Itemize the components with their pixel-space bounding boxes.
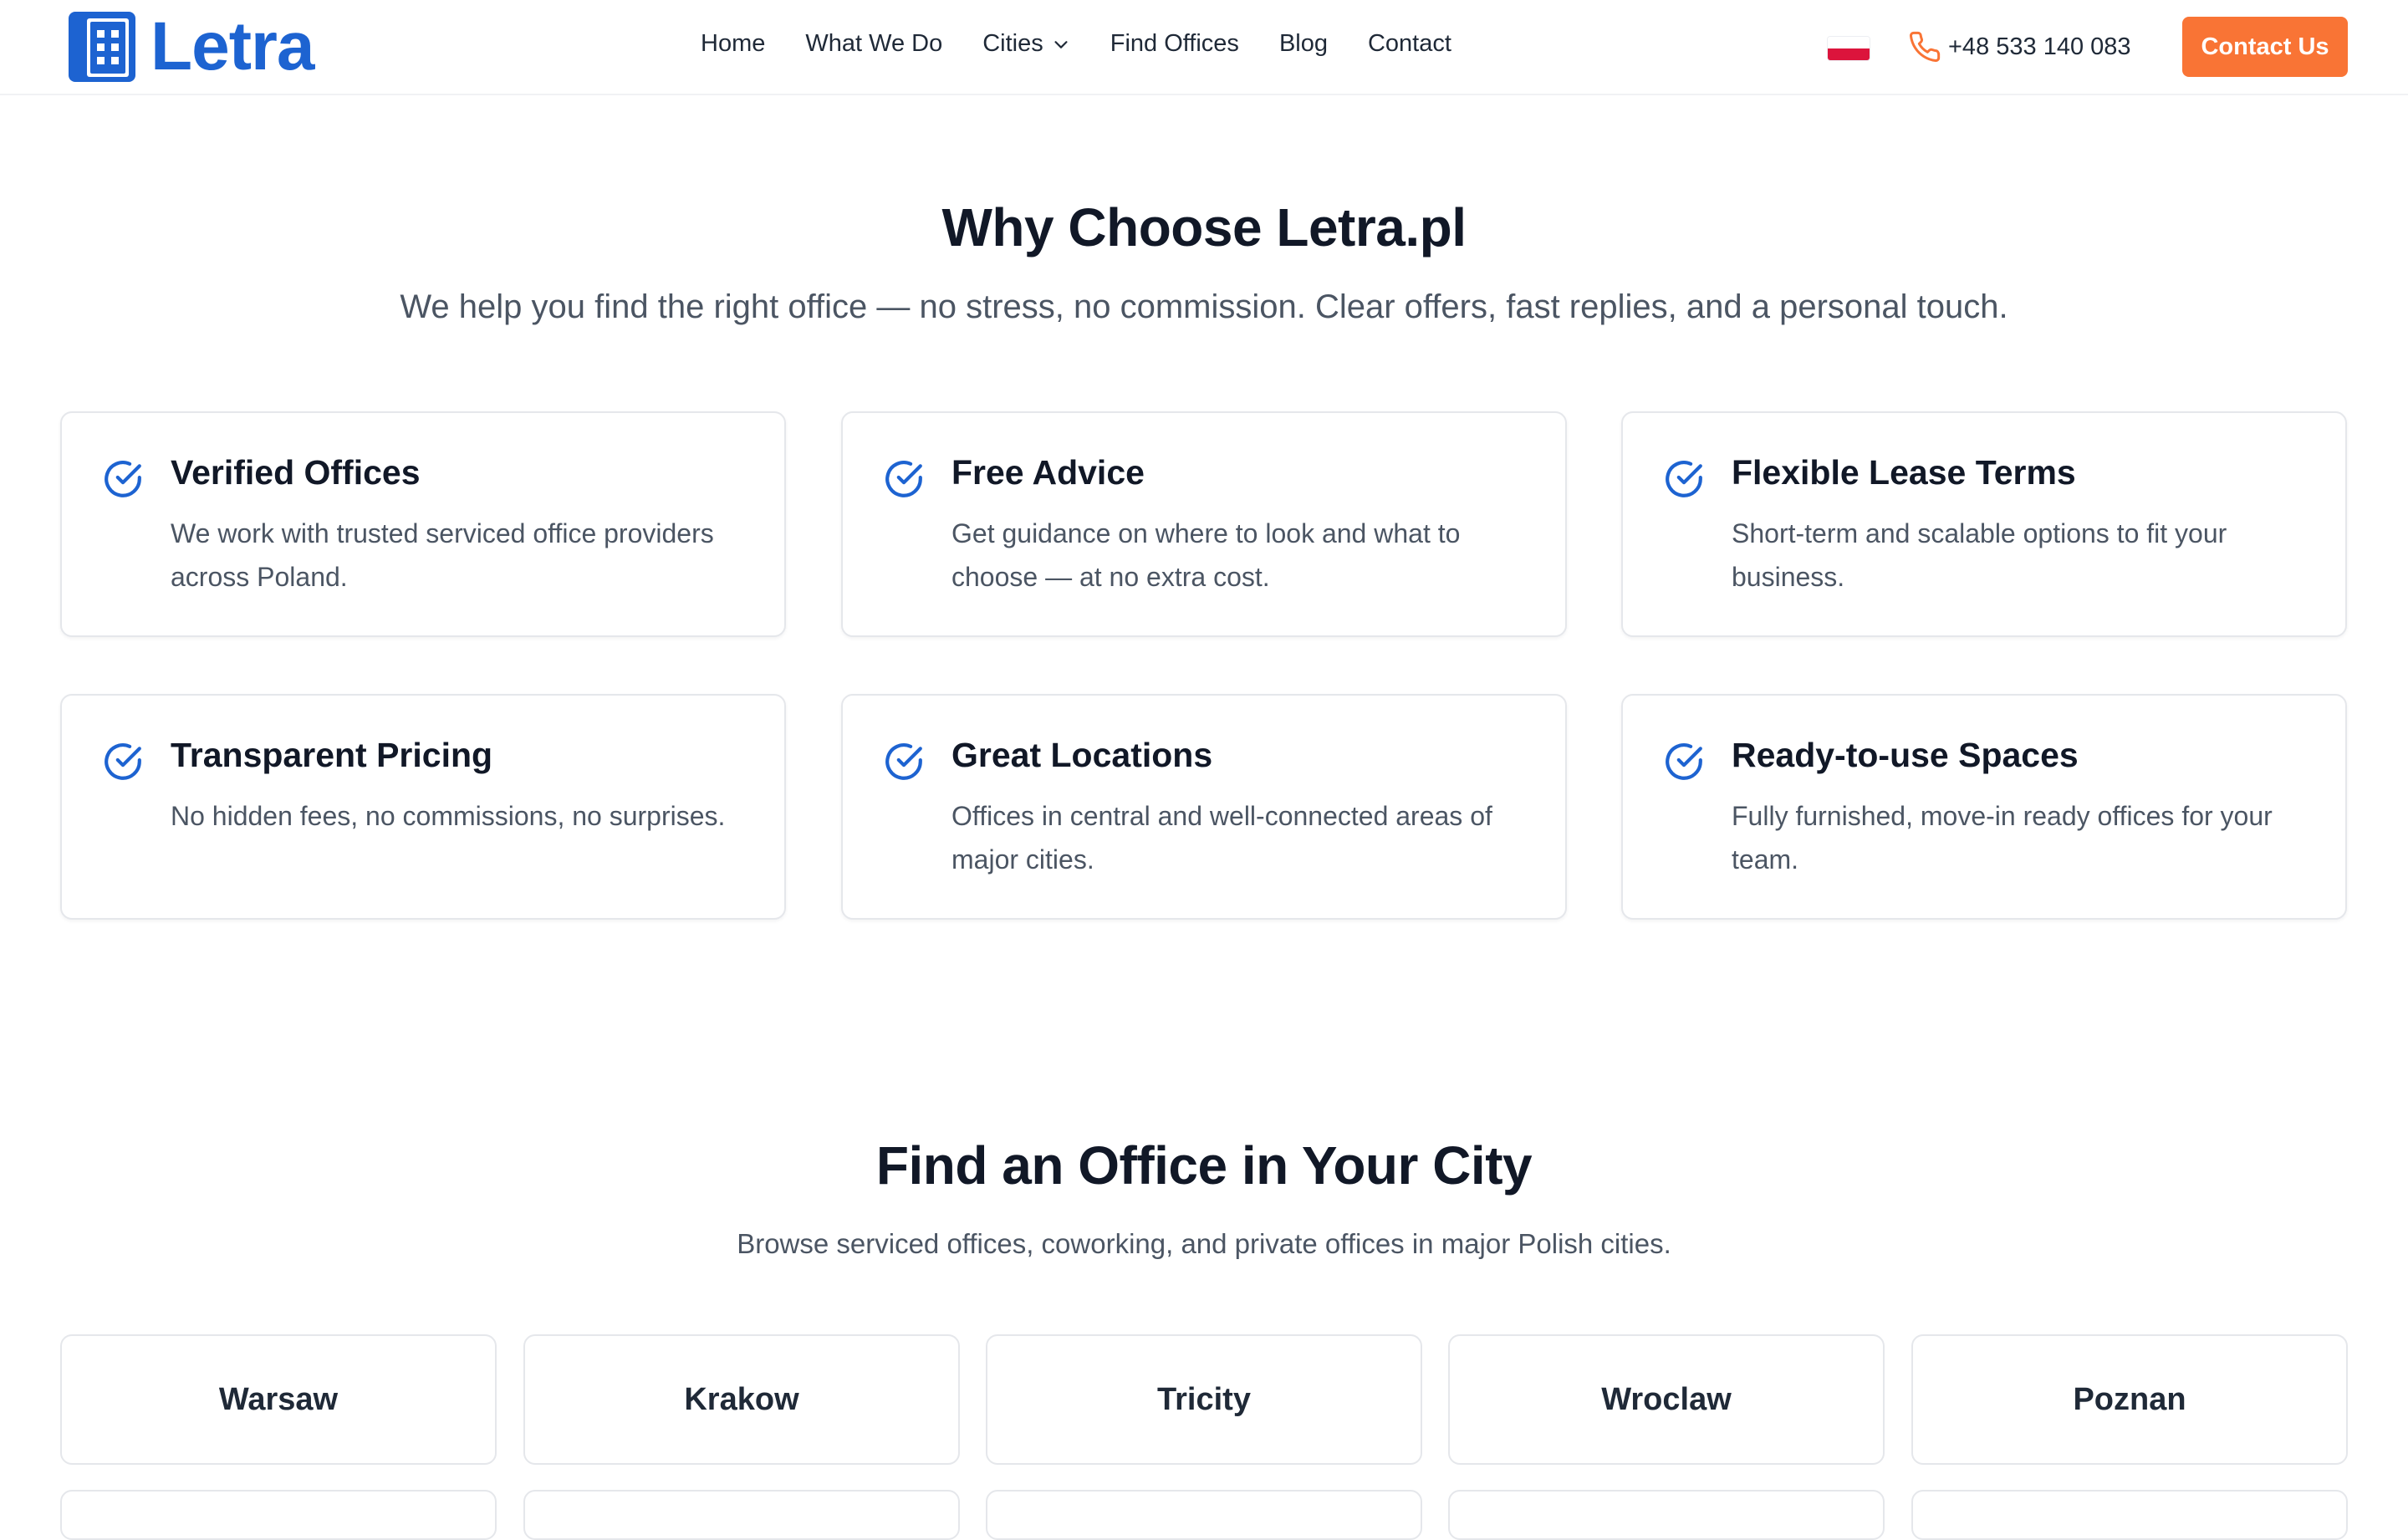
city-card-poznan[interactable]: Poznan [1911,1334,2348,1465]
feature-card-ready-to-use: Ready-to-use Spaces Fully furnished, mov… [1621,694,2347,920]
feature-card-flexible-lease: Flexible Lease Terms Short-term and scal… [1621,411,2347,637]
nav-what-we-do-label: What We Do [805,30,943,57]
city-card-partial[interactable] [523,1490,960,1540]
check-circle-icon [1666,743,1702,780]
nav-contact[interactable]: Contact [1368,30,1451,58]
city-card-warsaw[interactable]: Warsaw [60,1334,497,1465]
phone-number: +48 533 140 083 [1948,33,2131,60]
flag-white-band [1828,37,1870,48]
check-circle-icon [105,461,141,497]
poland-flag-icon[interactable] [1828,37,1870,60]
city-card-wroclaw[interactable]: Wroclaw [1448,1334,1885,1465]
feature-title: Verified Offices [171,453,421,492]
chevron-down-icon [1054,40,1068,48]
phone-link[interactable]: +48 533 140 083 [1908,30,2131,64]
feature-description: We work with trusted serviced office pro… [171,518,714,592]
feature-description: Short-term and scalable options to fit y… [1732,518,2227,592]
city-card-partial[interactable] [1448,1490,1885,1540]
check-circle-icon [1666,461,1702,497]
city-name: Poznan [2073,1381,2186,1417]
logo-text: Letra [150,8,315,84]
nav-what-we-do[interactable]: What We Do [805,30,942,58]
check-circle-icon [885,461,922,497]
nav-cities-label: Cities [982,30,1043,57]
cities-section-subtitle: Browse serviced offices, coworking, and … [737,1228,1671,1259]
nav-home[interactable]: Home [701,30,765,58]
feature-title: Flexible Lease Terms [1732,453,2076,492]
nav-find-offices[interactable]: Find Offices [1110,30,1239,58]
nav-home-label: Home [701,30,766,57]
nav-contact-label: Contact [1367,30,1451,57]
why-section-subtitle: We help you find the right office — no s… [400,288,2008,325]
feature-title: Great Locations [951,736,1213,774]
nav-find-offices-label: Find Offices [1110,30,1239,57]
logo[interactable]: Letra [69,8,315,84]
contact-us-button[interactable]: Contact Us [2182,17,2348,77]
city-name: Warsaw [218,1381,339,1417]
phone-icon [1910,31,1941,62]
feature-description: No hidden fees, no commissions, no surpr… [171,801,726,831]
nav-blog[interactable]: Blog [1279,30,1328,58]
feature-description: Offices in central and well-connected ar… [951,801,1492,875]
office-building-icon [69,12,135,82]
main-nav: Home What We Do Cities Find Offices Blog… [701,30,1451,58]
city-name: Krakow [684,1381,799,1417]
feature-title: Ready-to-use Spaces [1732,736,2079,774]
feature-card-transparent-pricing: Transparent Pricing No hidden fees, no c… [60,694,786,920]
city-name: Tricity [1157,1381,1251,1417]
cities-section-title: Find an Office in Your City [875,1135,1533,1196]
feature-card-verified-offices: Verified Offices We work with trusted se… [60,411,786,637]
city-card-tricity[interactable]: Tricity [986,1334,1422,1465]
city-card-partial[interactable] [1911,1490,2348,1540]
check-circle-icon [885,743,922,780]
feature-title: Transparent Pricing [171,736,493,774]
city-card-krakow[interactable]: Krakow [523,1334,960,1465]
nav-cities-dropdown[interactable]: Cities [982,30,1070,58]
feature-card-free-advice: Free Advice Get guidance on where to loo… [841,411,1567,637]
site-header: Letra Home What We Do Cities Find Office… [0,0,2408,95]
city-card-partial[interactable] [986,1490,1422,1540]
flag-red-band [1828,48,1870,60]
feature-description: Get guidance on where to look and what t… [951,518,1461,592]
nav-blog-label: Blog [1278,30,1328,57]
city-name: Wroclaw [1601,1381,1732,1417]
feature-description: Fully furnished, move-in ready offices f… [1732,801,2273,875]
city-card-partial[interactable] [60,1490,497,1540]
check-circle-icon [105,743,141,780]
feature-card-great-locations: Great Locations Offices in central and w… [841,694,1567,920]
why-section-title: Why Choose Letra.pl [941,197,1467,258]
feature-title: Free Advice [951,453,1145,492]
